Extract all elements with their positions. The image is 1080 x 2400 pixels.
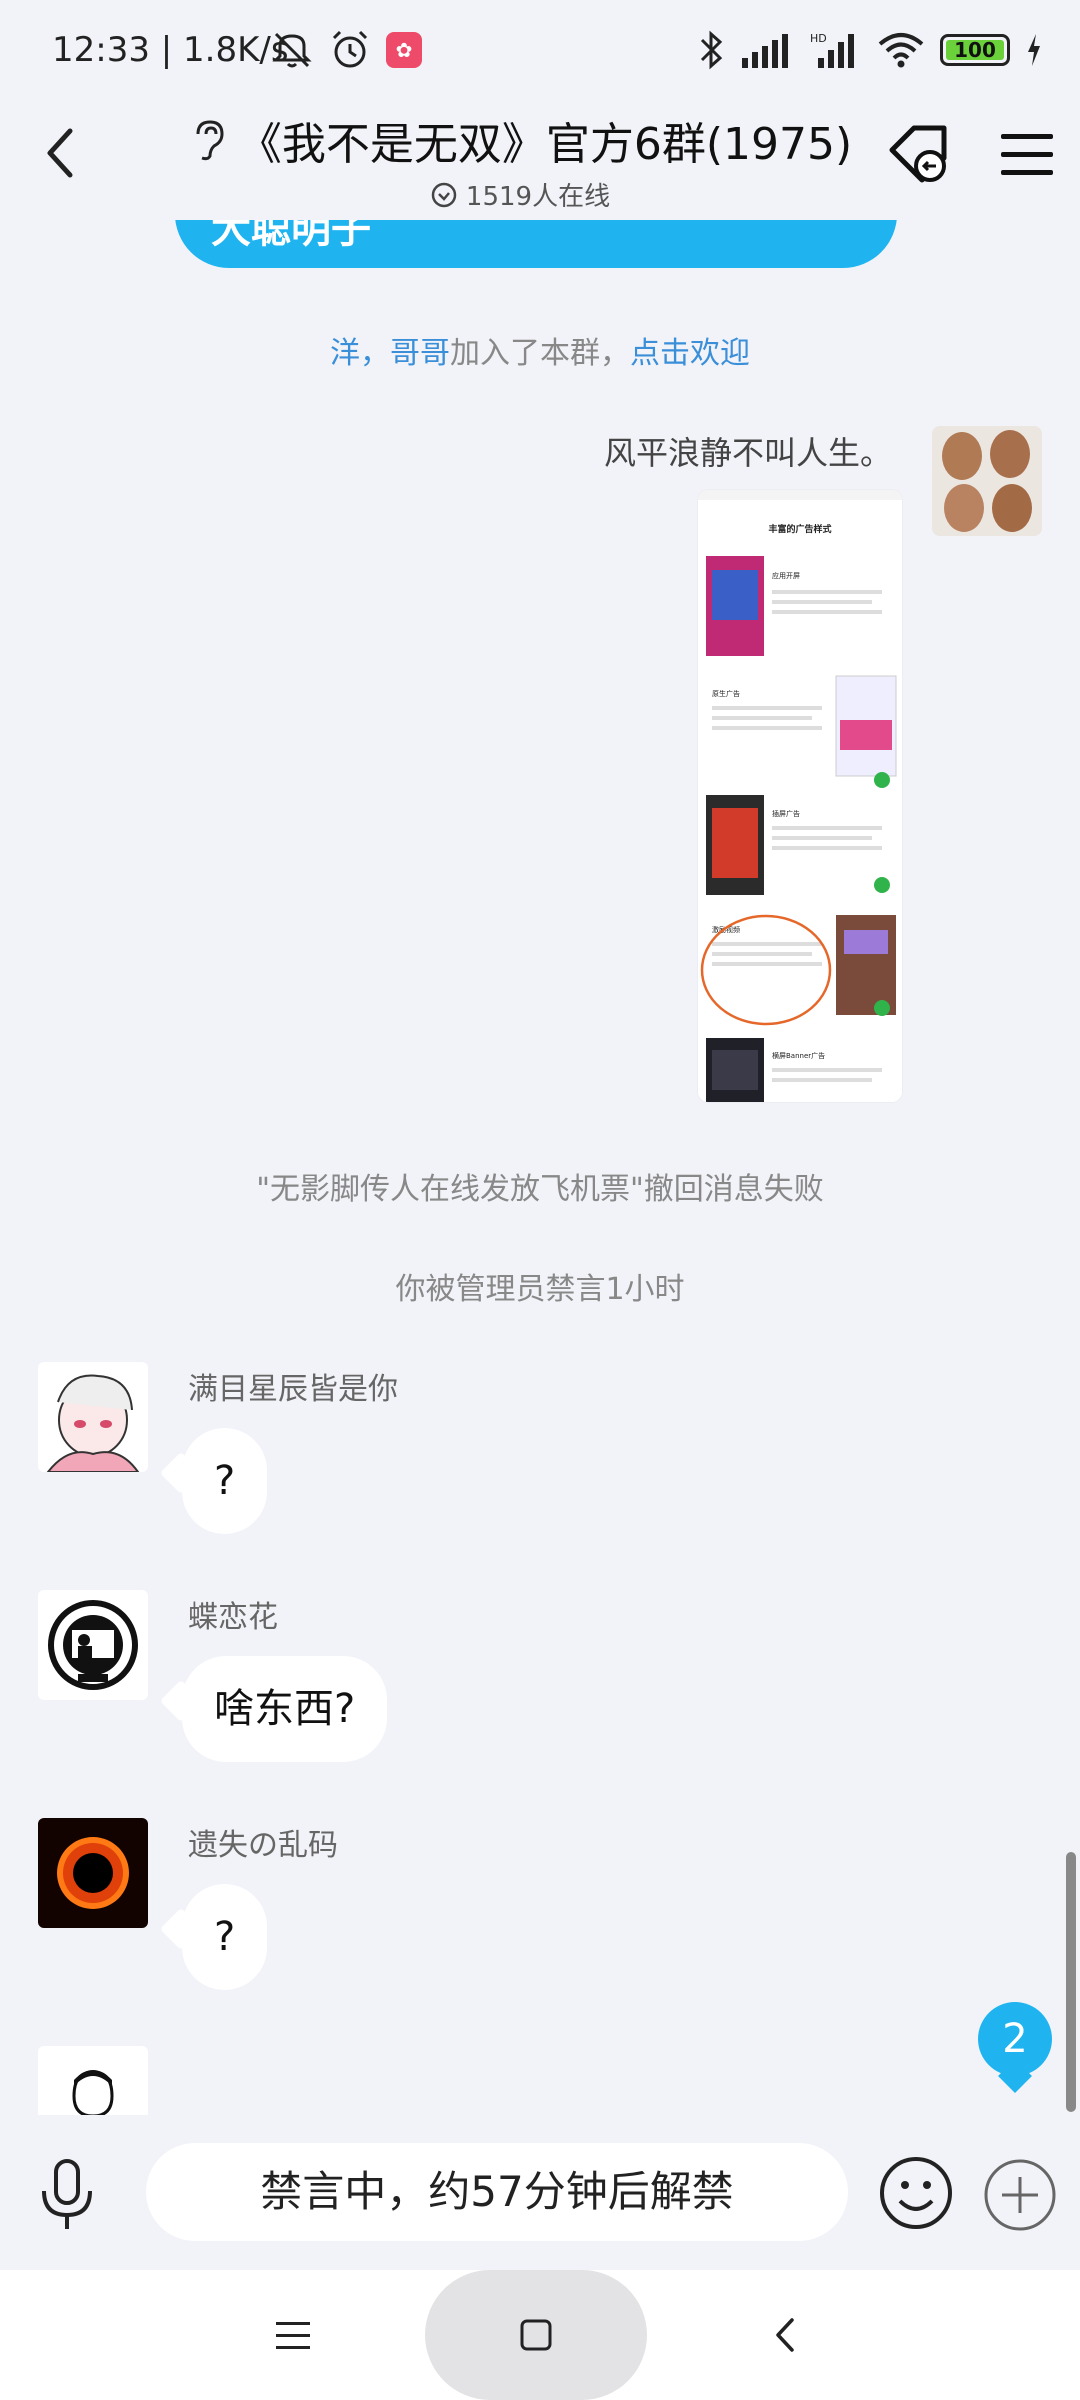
back-icon: [47, 128, 73, 178]
chat-message: 蝶恋花 啥东西?: [38, 1590, 938, 1830]
chat-area[interactable]: 大聪明子 洋，哥哥加入了本群，点击欢迎 风平浪静不叫人生。 丰富的广告样式 应用…: [0, 220, 1080, 2115]
avatar[interactable]: [38, 2046, 148, 2115]
system-nav-bar: [0, 2270, 1080, 2400]
mic-icon: [42, 2159, 92, 2229]
signal-icon: [742, 34, 788, 68]
screenshot-section-3: 插屏广告: [772, 809, 800, 818]
more-button[interactable]: [982, 2157, 1058, 2233]
home-icon: [520, 2319, 552, 2351]
screenshot-section-1: 应用开屏: [772, 571, 800, 580]
cartoon-avatar-image: [38, 2046, 148, 2115]
nav-back-icon: [776, 2318, 794, 2352]
svg-text:HD: HD: [810, 32, 827, 45]
avatar[interactable]: [38, 1590, 148, 1700]
emoji-icon: [880, 2157, 952, 2229]
emoji-button[interactable]: [878, 2155, 954, 2231]
tag-return-button[interactable]: [884, 120, 954, 190]
joined-user-link[interactable]: 洋，哥哥: [330, 336, 450, 371]
message-input[interactable]: 禁言中，约57分钟后解禁: [146, 2143, 848, 2241]
battery-indicator: 100: [940, 34, 1010, 66]
sender-name[interactable]: 蝶恋花: [188, 1592, 278, 1636]
chat-header: 《我不是无双》官方6群(1975) 1519人在线: [0, 100, 1080, 220]
clock-check-icon: [431, 182, 457, 207]
avatar[interactable]: [38, 1362, 148, 1472]
ad-styles-screenshot: 丰富的广告样式 应用开屏 原生广告 插屏广告 激励视频 横屏Banner广告: [698, 490, 902, 1102]
chat-message: 遗失の乱码 ?: [38, 1818, 938, 2058]
input-bar: 禁言中，约57分钟后解禁: [0, 2115, 1080, 2270]
my-message-text[interactable]: 风平浪静不叫人生。: [604, 428, 892, 474]
recents-icon: [276, 2322, 310, 2349]
eggs-avatar-image: [932, 426, 1042, 536]
message-bubble[interactable]: ?: [182, 1884, 268, 1990]
join-notice: 洋，哥哥加入了本群，点击欢迎: [0, 328, 1080, 372]
app-notification-icon: ✿: [386, 32, 422, 68]
avatar[interactable]: [38, 1818, 148, 1928]
battery-level: 100: [946, 40, 1004, 60]
signal-hd-icon: HD: [810, 32, 854, 68]
scp-logo-avatar-image: [38, 1590, 148, 1700]
nav-back-button[interactable]: [760, 2308, 810, 2362]
status-right-icons: HD 100: [696, 28, 1044, 72]
menu-button[interactable]: [992, 120, 1062, 190]
muted-notice: 你被管理员禁言1小时: [395, 1272, 685, 1307]
message-bubble[interactable]: ?: [182, 1428, 268, 1534]
mute-icon: [272, 32, 312, 68]
charging-icon: [1028, 34, 1040, 66]
plus-icon: [984, 2159, 1056, 2231]
welcome-link[interactable]: 点击欢迎: [630, 336, 750, 371]
unread-count-badge[interactable]: 2: [978, 2002, 1052, 2076]
group-title: 《我不是无双》官方6群(1975): [237, 119, 853, 170]
screenshot-title: 丰富的广告样式: [768, 523, 831, 535]
header-title-area[interactable]: 《我不是无双》官方6群(1975) 1519人在线: [180, 108, 860, 213]
tag-return-icon: [889, 125, 947, 183]
voice-button[interactable]: [32, 2155, 102, 2235]
screenshot-section-2: 原生广告: [712, 689, 740, 698]
chat-message: 满目星辰皆是你 ?: [38, 1362, 938, 1602]
sender-name[interactable]: 满目星辰皆是你: [188, 1364, 398, 1408]
back-button[interactable]: [30, 118, 90, 188]
status-time: 12:33 | 1.8K/s: [52, 30, 289, 70]
nav-home-button[interactable]: [425, 2270, 647, 2400]
ear-icon: [196, 120, 224, 161]
status-bar: 12:33 | 1.8K/s ✿ HD 100: [0, 0, 1080, 100]
black-hole-avatar-image: [38, 1818, 148, 1928]
previous-message-card[interactable]: 大聪明子: [175, 220, 897, 268]
screenshot-section-5: 横屏Banner广告: [772, 1051, 825, 1060]
my-avatar[interactable]: [932, 426, 1042, 536]
message-bubble[interactable]: 啥东西?: [182, 1656, 388, 1762]
chat-message: [38, 2046, 938, 2115]
previous-card-text: 大聪明子: [211, 220, 371, 252]
online-count: 1519人在线: [465, 182, 611, 212]
image-message[interactable]: 丰富的广告样式 应用开屏 原生广告 插屏广告 激励视频 横屏Banner广告: [698, 490, 902, 1102]
join-notice-text: 加入了本群，: [450, 336, 630, 371]
bluetooth-icon: [700, 30, 723, 70]
scrollbar[interactable]: [1066, 1852, 1076, 2112]
wifi-icon: [878, 33, 924, 68]
sender-name[interactable]: 遗失の乱码: [188, 1820, 338, 1864]
alarm-icon: [332, 30, 368, 68]
anime-avatar-image: [38, 1362, 148, 1472]
status-left-icons: ✿: [270, 28, 422, 72]
nav-recents-button[interactable]: [268, 2310, 318, 2360]
recall-failed-notice: "无影脚传人在线发放飞机票"撤回消息失败: [256, 1172, 824, 1207]
menu-icon: [1001, 134, 1053, 175]
